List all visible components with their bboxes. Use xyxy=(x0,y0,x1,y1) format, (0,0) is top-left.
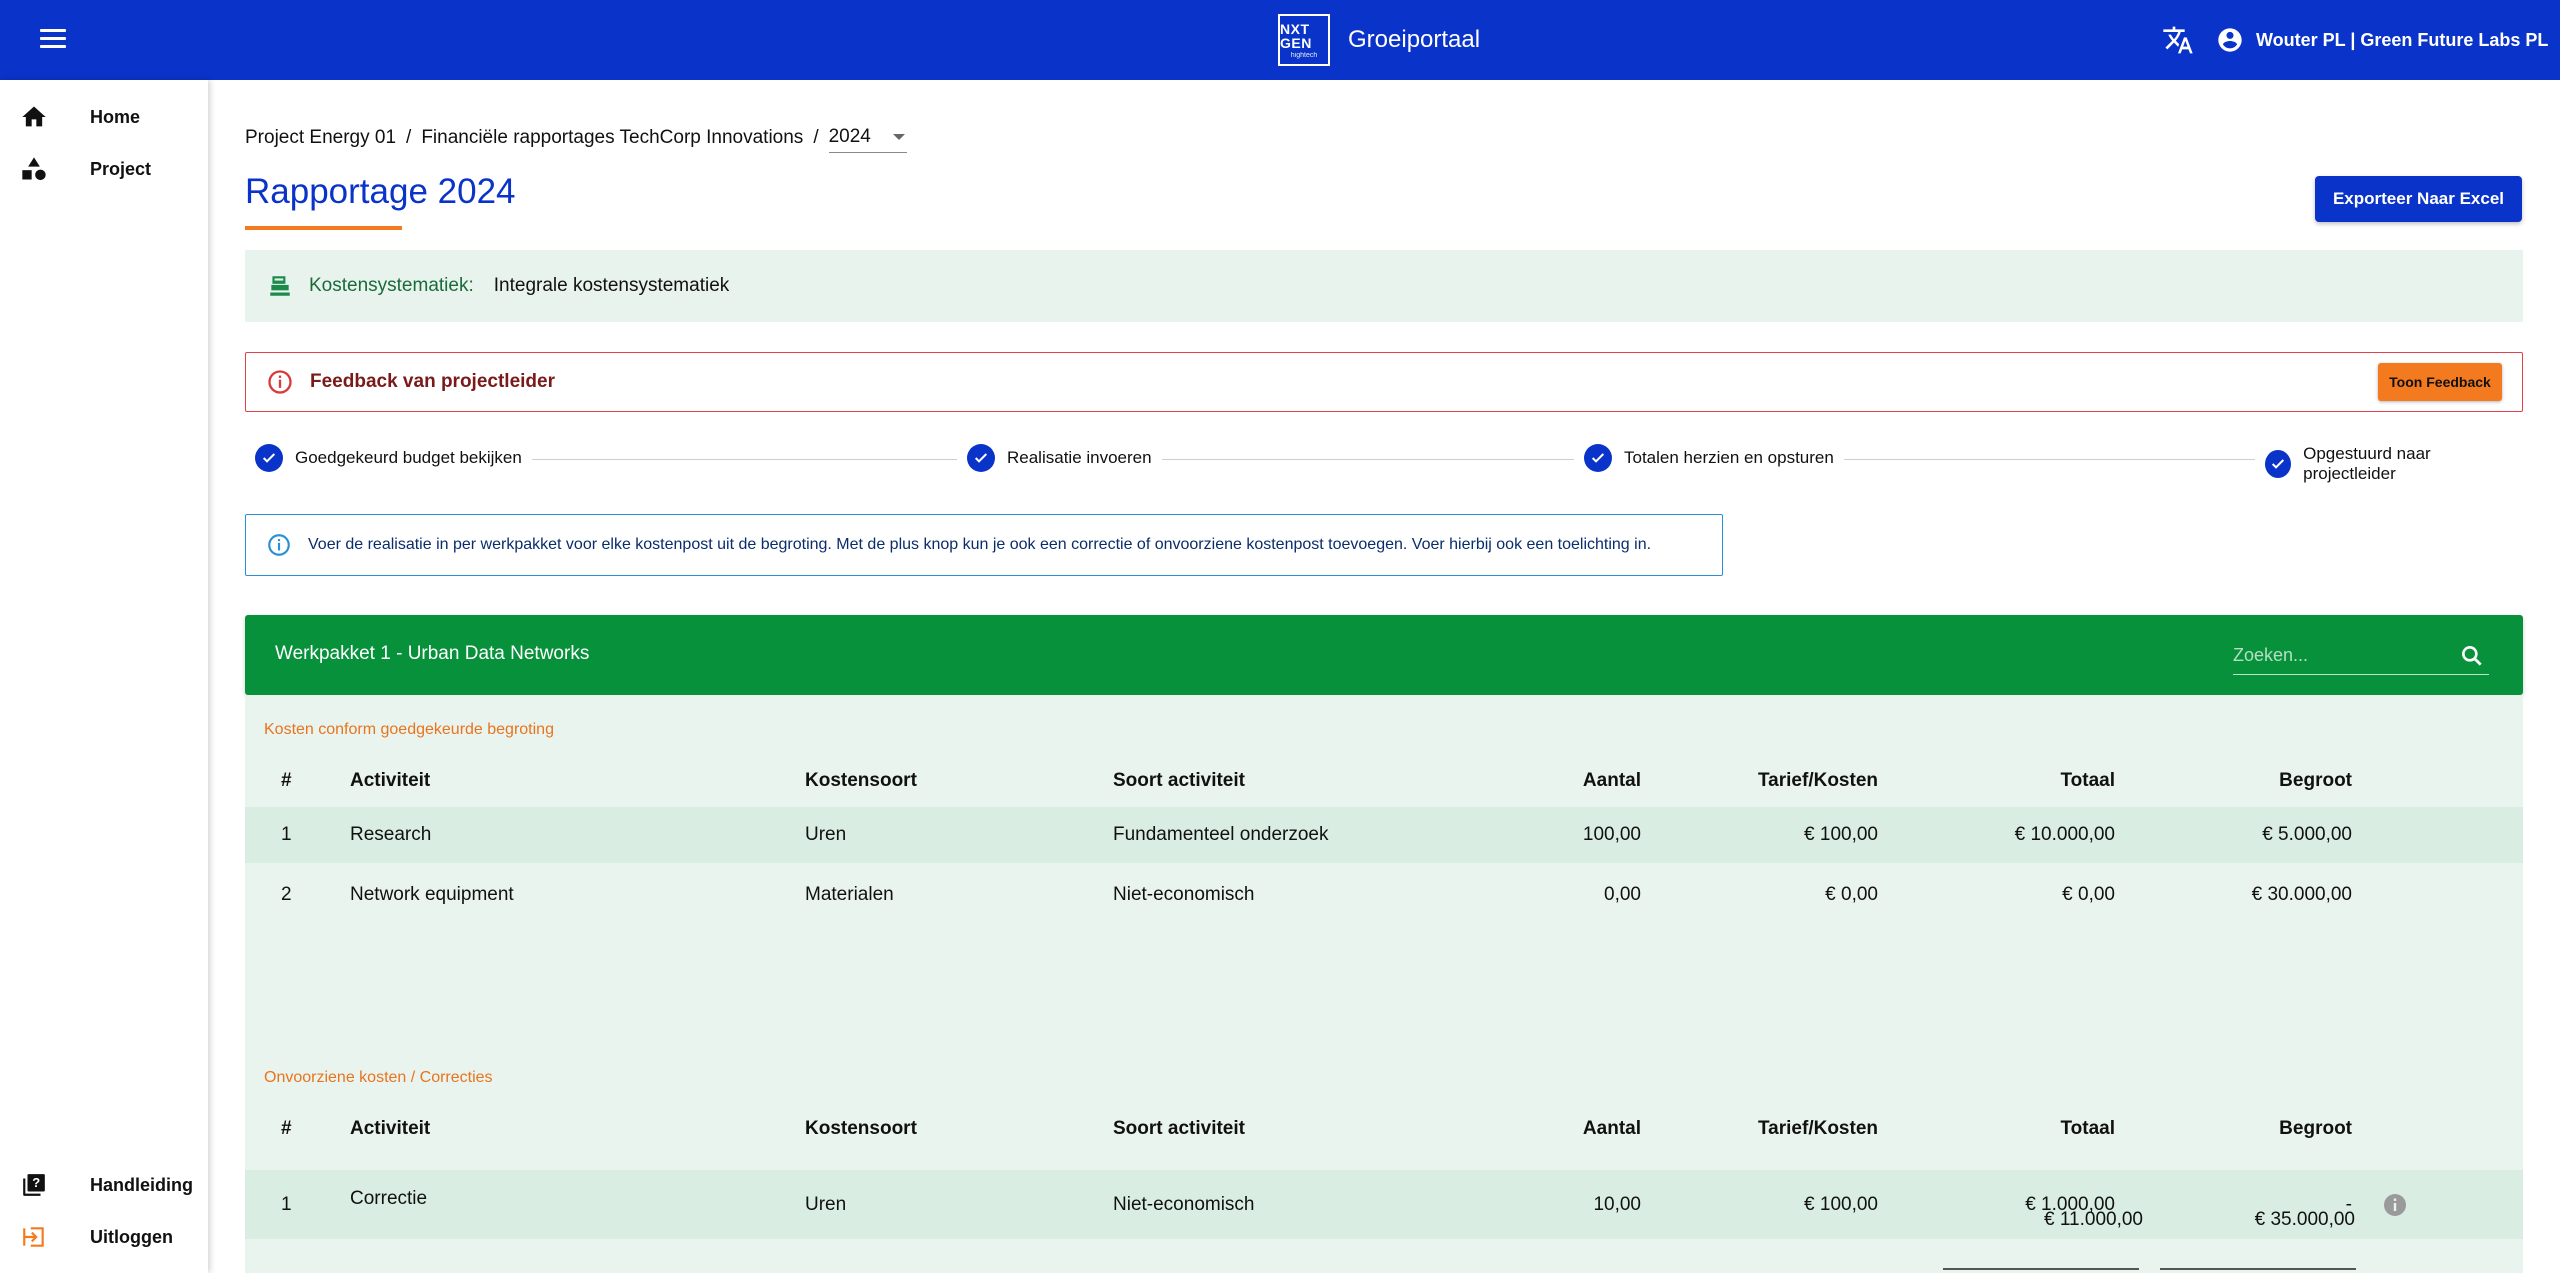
breadcrumb-report[interactable]: Financiële rapportages TechCorp Innovati… xyxy=(421,127,803,149)
info-text: Voer de realisatie in per werkpakket voo… xyxy=(308,536,1652,553)
row-info-icon[interactable] xyxy=(2383,1193,2407,1217)
top-bar: NXT GEN hightech Groeiportaal Wouter PL … xyxy=(0,0,2560,80)
app-title: Groeiportaal xyxy=(1348,26,1481,53)
title-underline xyxy=(245,226,402,230)
check-circle-icon xyxy=(967,444,995,472)
page-title: Rapportage 2024 xyxy=(245,172,516,211)
cash-register-icon xyxy=(270,276,290,296)
sidebar-item-uitloggen[interactable]: Uitloggen xyxy=(0,1212,208,1262)
sidebar-item-project[interactable]: Project xyxy=(0,144,208,194)
table-row[interactable]: 2 Network equipment Materialen Niet-econ… xyxy=(245,867,2523,923)
check-circle-icon xyxy=(1584,444,1612,472)
table-header-2: # Activiteit Kostensoort Soort activitei… xyxy=(281,1118,2352,1139)
step-budget: Goedgekeurd budget bekijken xyxy=(255,444,532,472)
info-icon xyxy=(268,534,290,556)
user-menu[interactable]: Wouter PL | Green Future Labs PL xyxy=(2216,26,2548,54)
year-select[interactable]: 2024 xyxy=(828,126,907,153)
show-feedback-button[interactable]: Toon Feedback xyxy=(2378,363,2502,401)
table-header: # Activiteit Kostensoort Soort activitei… xyxy=(281,770,2352,791)
translate-icon[interactable] xyxy=(2162,24,2194,56)
brand: NXT GEN hightech Groeiportaal xyxy=(1278,14,1480,66)
grand-total-begroot: € 35.000,00 xyxy=(2254,1209,2355,1230)
sidebar: Home Project ? Handleiding Uitloggen xyxy=(0,80,208,1273)
step-realisatie: Realisatie invoeren xyxy=(957,444,1162,472)
caret-down-icon xyxy=(892,134,905,140)
total-divider xyxy=(1943,1268,2139,1270)
step-totalen: Totalen herzien en opsturen xyxy=(1574,444,1844,472)
total-divider xyxy=(2160,1268,2356,1270)
progress-stepper: Goedgekeurd budget bekijken Realisatie i… xyxy=(245,444,2523,484)
step-opgestuurd: Opgestuurd naar projectleider xyxy=(2255,444,2523,484)
check-circle-icon xyxy=(2265,450,2292,478)
user-name: Wouter PL | Green Future Labs PL xyxy=(2256,29,2549,50)
workpackage-body: Kosten conform goedgekeurde begroting # … xyxy=(245,695,2523,1273)
feedback-title: Feedback van projectleider xyxy=(310,371,555,392)
shapes-icon xyxy=(20,155,48,183)
kosten-value: Integrale kostensystematiek xyxy=(493,275,730,296)
search-input[interactable] xyxy=(2233,641,2443,669)
kostensystematiek-panel: Kostensystematiek: Integrale kostensyste… xyxy=(245,250,2523,322)
grand-total-totaal: € 11.000,00 xyxy=(2044,1209,2143,1230)
workpackage-header: Werkpakket 1 - Urban Data Networks xyxy=(245,615,2523,695)
alert-info-icon xyxy=(268,370,292,394)
search-field xyxy=(2233,635,2489,675)
help-book-icon: ? xyxy=(20,1171,48,1199)
section-label-begroting: Kosten conform goedgekeurde begroting xyxy=(264,721,554,738)
account-circle-icon xyxy=(2218,28,2242,52)
check-circle-icon xyxy=(255,444,283,472)
info-panel: Voer de realisatie in per werkpakket voo… xyxy=(245,514,1723,576)
home-icon xyxy=(20,103,48,131)
sidebar-item-home[interactable]: Home xyxy=(0,92,208,142)
sidebar-item-handleiding[interactable]: ? Handleiding xyxy=(0,1160,208,1210)
workpackage-title: Werkpakket 1 - Urban Data Networks xyxy=(275,643,590,664)
logout-icon xyxy=(20,1223,48,1251)
search-icon[interactable] xyxy=(2459,643,2485,669)
breadcrumb: Project Energy 01 / Financiële rapportag… xyxy=(245,124,907,153)
breadcrumb-project[interactable]: Project Energy 01 xyxy=(245,127,396,149)
feedback-panel: Feedback van projectleider Toon Feedback xyxy=(245,352,2523,412)
svg-text:?: ? xyxy=(32,1175,40,1190)
table-row[interactable]: 1 Research Uren Fundamenteel onderzoek 1… xyxy=(245,807,2523,863)
section-label-correcties: Onvoorziene kosten / Correcties xyxy=(264,1069,493,1086)
export-excel-button[interactable]: Exporteer Naar Excel xyxy=(2315,176,2522,222)
hamburger-menu-icon[interactable] xyxy=(36,24,70,56)
nxtgen-logo: NXT GEN hightech xyxy=(1278,14,1330,66)
kosten-label: Kostensystematiek: xyxy=(309,275,474,296)
